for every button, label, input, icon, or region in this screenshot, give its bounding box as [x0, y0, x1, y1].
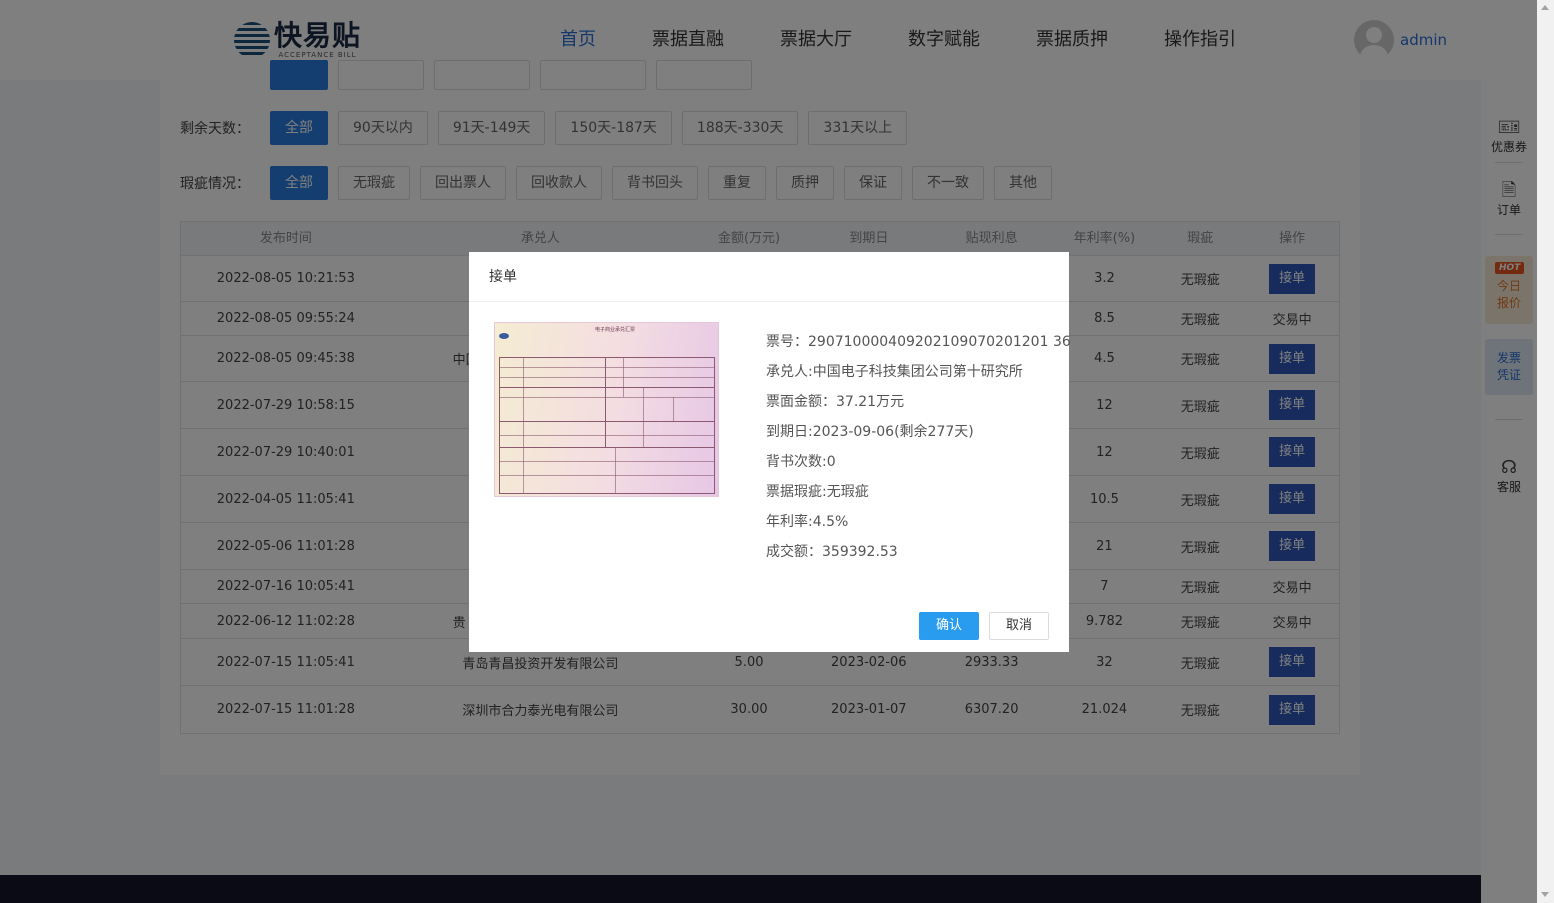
bill-line — [499, 475, 715, 476]
bill-face-amount: 票面金额：37.21万元 — [766, 394, 905, 410]
bill-due-date: 到期日:2023-09-06(剩余277天) — [766, 424, 974, 440]
bill-annual-rate: 年利率:4.5% — [766, 514, 849, 530]
scroll-down-arrow-icon[interactable] — [1541, 892, 1549, 897]
bill-line — [499, 493, 715, 494]
bill-line — [523, 357, 524, 493]
bill-emblem — [499, 333, 509, 339]
bill-line — [499, 435, 715, 436]
bill-line — [615, 447, 616, 493]
bill-line — [499, 461, 715, 462]
bill-line — [499, 421, 715, 422]
bill-line — [643, 387, 644, 447]
bill-line — [499, 397, 715, 398]
bill-line — [499, 387, 715, 388]
scroll-up-arrow-icon[interactable] — [1541, 5, 1549, 10]
bill-image: 电子商业承兑汇票 — [494, 322, 719, 497]
bill-acceptor: 承兑人:中国电子科技集团公司第十研究所 — [766, 364, 1023, 380]
modal-title: 接单 — [469, 252, 1069, 302]
bill-number: 票号：290710000409202109070201201 36 — [766, 334, 1071, 350]
bill-endorse-count: 背书次数:0 — [766, 454, 836, 470]
bill-defect: 票据瑕疵:无瑕疵 — [766, 484, 869, 500]
bill-image-title: 电子商业承兑汇票 — [595, 327, 636, 333]
bill-line — [499, 447, 715, 448]
bill-line — [605, 357, 606, 447]
confirm-button[interactable]: 确认 — [919, 612, 979, 640]
bill-line — [499, 377, 715, 378]
cancel-button[interactable]: 取消 — [989, 612, 1049, 640]
bill-line — [499, 367, 715, 368]
bill-line — [673, 397, 674, 421]
accept-order-modal: 接单 电子商业承兑汇票 票号：2907100004092021090702012… — [469, 252, 1071, 652]
bill-line — [623, 357, 624, 397]
page-scrollbar[interactable] — [1537, 0, 1554, 903]
bill-line — [499, 357, 715, 358]
bill-info: 票号：290710000409202109070201201 36 承兑人:中国… — [766, 327, 1071, 567]
bill-deal-amount: 成交额：359392.53 — [766, 544, 898, 560]
